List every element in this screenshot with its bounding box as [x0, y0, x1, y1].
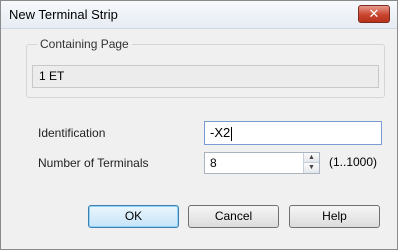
spin-down-icon[interactable]: ▼: [304, 163, 319, 173]
text-caret: [231, 126, 233, 141]
ok-button[interactable]: OK: [88, 205, 179, 228]
dialog-window: New Terminal Strip ✕ Containing Page 1 E…: [0, 0, 398, 250]
identification-input[interactable]: -X2: [204, 121, 382, 145]
containing-page-field: 1 ET: [32, 65, 379, 88]
spin-up-icon[interactable]: ▲: [304, 153, 319, 163]
containing-page-legend: Containing Page: [37, 37, 132, 51]
cancel-button[interactable]: Cancel: [188, 205, 279, 228]
help-button[interactable]: Help: [289, 205, 380, 228]
number-of-terminals-value: 8: [210, 156, 217, 170]
title-bar[interactable]: New Terminal Strip ✕: [1, 1, 397, 29]
number-of-terminals-label: Number of Terminals: [38, 156, 149, 170]
identification-label: Identification: [38, 126, 106, 140]
identification-value: -X2: [210, 125, 231, 140]
spin-buttons: ▲ ▼: [303, 153, 319, 173]
containing-page-group: Containing Page 1 ET: [26, 37, 385, 98]
terminals-range-hint: (1..1000): [329, 155, 378, 169]
dialog-title: New Terminal Strip: [9, 7, 118, 22]
number-of-terminals-stepper[interactable]: 8 ▲ ▼: [204, 152, 320, 174]
close-icon[interactable]: ✕: [358, 5, 390, 23]
